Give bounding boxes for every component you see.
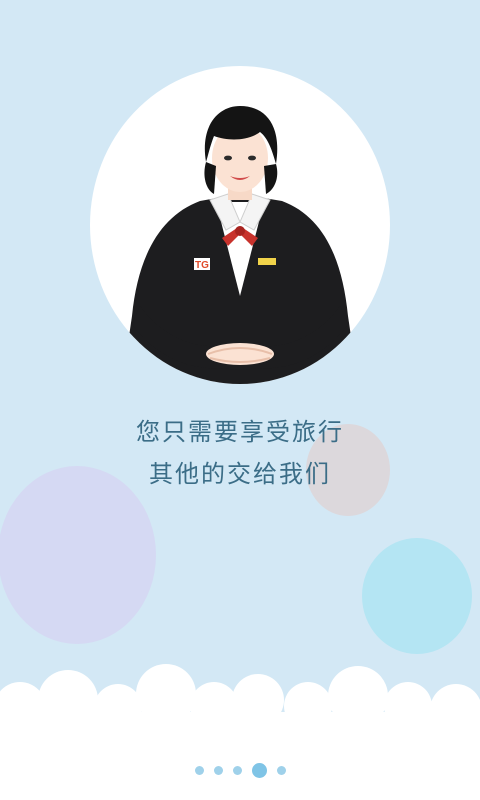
badge-logo: TG: [195, 260, 209, 271]
decor-bubble-cyan: [362, 538, 472, 654]
decor-bubble-lavender: [0, 466, 156, 644]
slogan-line-1: 您只需要享受旅行: [136, 418, 344, 446]
page-dot-3[interactable]: [232, 765, 242, 775]
page-dot-1[interactable]: [194, 765, 204, 775]
portrait-circle: TG: [90, 66, 390, 384]
page-dot-5[interactable]: [276, 765, 286, 775]
page-indicator: [0, 760, 480, 780]
slogan-line-2: 其他的交给我们: [149, 460, 331, 488]
hostess-illustration-icon: TG: [122, 106, 358, 384]
page-dot-4-active[interactable]: [251, 762, 267, 778]
page-dot-2[interactable]: [213, 765, 223, 775]
